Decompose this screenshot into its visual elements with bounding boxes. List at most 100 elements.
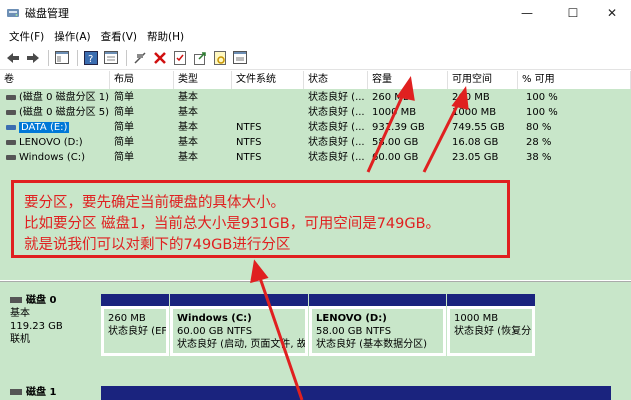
disk-0-partition-recovery[interactable]: 1000 MB 状态良好 (恢复分	[447, 294, 535, 356]
console-tree-icon[interactable]	[53, 49, 71, 67]
close-button[interactable]: ✕	[589, 0, 631, 26]
volume-name: Windows (C:)	[19, 152, 85, 163]
format-icon[interactable]	[231, 49, 249, 67]
export-icon[interactable]	[191, 49, 209, 67]
column-header-status[interactable]: 状态	[304, 71, 368, 89]
partition-bar	[447, 294, 535, 306]
disk-0-partition-lenovo[interactable]: LENOVO (D:) 58.00 GB NTFS 状态良好 (基本数据分区)	[309, 294, 446, 356]
partition-bar	[170, 294, 308, 306]
filesystem-cell: NTFS	[236, 137, 262, 148]
layout-cell: 简单	[114, 152, 134, 163]
layout-cell: 简单	[114, 137, 134, 148]
annotation-line-3: 就是说我们可以对剩下的749GB进行分区	[24, 237, 291, 253]
volume-icon	[6, 124, 16, 130]
help-icon[interactable]: ?	[82, 49, 100, 67]
partition-bar	[101, 294, 169, 306]
volume-icon	[6, 109, 16, 115]
toolbar-separator	[126, 49, 127, 66]
table-row[interactable]: (磁盘 0 磁盘分区 1) 简单 基本 状态良好 (... 260 MB 260…	[0, 90, 631, 105]
capacity-cell: 60.00 GB	[372, 152, 419, 163]
disk-0-info[interactable]: 磁盘 0 基本 119.23 GB 联机	[0, 294, 98, 356]
toolbar-separator	[77, 49, 78, 66]
disk-graphical-pane: 磁盘 0 基本 119.23 GB 联机 260 MB 状态良好 (EF Win…	[0, 281, 631, 400]
table-row[interactable]: DATA (E:) 简单 基本 NTFS 状态良好 (... 931.39 GB…	[0, 120, 631, 135]
disk-1-info[interactable]: 磁盘 1	[0, 386, 98, 400]
volume-name: DATA (E:)	[19, 122, 70, 133]
capacity-cell: 1000 MB	[372, 107, 417, 118]
minimize-button[interactable]: —	[504, 0, 550, 26]
disk-0-partition-efi[interactable]: 260 MB 状态良好 (EF	[101, 294, 169, 356]
type-cell: 基本	[178, 92, 198, 103]
layout-cell: 简单	[114, 92, 134, 103]
percent-free-cell: 80 %	[526, 122, 552, 133]
disk-0-size: 119.23 GB	[10, 321, 63, 332]
svg-text:?: ?	[88, 54, 93, 65]
partition-status: 状态良好 (基本数据分区)	[316, 339, 427, 350]
column-header-layout[interactable]: 布局	[110, 71, 174, 89]
partition-size: 58.00 GB NTFS	[316, 326, 392, 337]
delete-icon[interactable]	[151, 49, 169, 67]
capacity-cell: 58.00 GB	[372, 137, 419, 148]
partition-size: 60.00 GB NTFS	[177, 326, 253, 337]
partition-bar	[309, 294, 446, 306]
rescan-icon[interactable]	[211, 49, 229, 67]
menu-bar: 文件(F) 操作(A) 查看(V) 帮助(H)	[0, 26, 631, 46]
type-cell: 基本	[178, 107, 198, 118]
properties-icon[interactable]	[102, 49, 120, 67]
volume-name: (磁盘 0 磁盘分区 1)	[19, 92, 110, 103]
menu-file[interactable]: 文件(F)	[4, 29, 49, 44]
menu-help[interactable]: 帮助(H)	[142, 29, 189, 44]
free-space-cell: 749.55 GB	[452, 122, 505, 133]
partition-status: 状态良好 (EF	[108, 326, 166, 337]
filesystem-cell: NTFS	[236, 152, 262, 163]
volume-name: (磁盘 0 磁盘分区 5)	[19, 107, 110, 118]
annotation-line-1: 要分区，要先确定当前硬盘的具体大小。	[24, 195, 285, 211]
partition-name: Windows (C:)	[177, 313, 252, 324]
volume-icon	[6, 154, 16, 160]
toolbar-separator	[48, 49, 49, 66]
volume-name: LENOVO (D:)	[19, 137, 83, 148]
volume-icon	[6, 139, 16, 145]
status-cell: 状态良好 (...	[308, 107, 365, 118]
table-row[interactable]: Windows (C:) 简单 基本 NTFS 状态良好 (... 60.00 …	[0, 150, 631, 165]
percent-free-cell: 28 %	[526, 137, 552, 148]
partition-status: 状态良好 (启动, 页面文件, 故	[177, 339, 305, 350]
column-header-percent-free[interactable]: % 可用	[518, 71, 631, 89]
type-cell: 基本	[178, 152, 198, 163]
status-cell: 状态良好 (...	[308, 152, 365, 163]
column-header-type[interactable]: 类型	[174, 71, 232, 89]
window-title: 磁盘管理	[25, 7, 69, 20]
disk-0-partition-windows[interactable]: Windows (C:) 60.00 GB NTFS 状态良好 (启动, 页面文…	[170, 294, 308, 356]
volume-icon	[6, 94, 16, 100]
column-header-capacity[interactable]: 容量	[368, 71, 448, 89]
disk-1-partition-bar[interactable]	[101, 386, 611, 400]
percent-free-cell: 100 %	[526, 107, 558, 118]
disk-icon	[10, 297, 22, 303]
menu-action[interactable]: 操作(A)	[49, 29, 95, 44]
annotation-line-2: 比如要分区 磁盘1，当前总大小是931GB，可用空间是749GB。	[24, 216, 441, 232]
table-row[interactable]: (磁盘 0 磁盘分区 5) 简单 基本 状态良好 (... 1000 MB 10…	[0, 105, 631, 120]
column-header-free-space[interactable]: 可用空间	[448, 71, 518, 89]
menu-view[interactable]: 查看(V)	[96, 29, 142, 44]
disk-0-name: 磁盘 0	[26, 295, 57, 306]
toolbar: ?	[0, 46, 631, 70]
partition-size: 1000 MB	[454, 313, 499, 324]
table-row[interactable]: LENOVO (D:) 简单 基本 NTFS 状态良好 (... 58.00 G…	[0, 135, 631, 150]
free-space-cell: 23.05 GB	[452, 152, 499, 163]
column-header-filesystem[interactable]: 文件系统	[232, 71, 304, 89]
disk-1-name: 磁盘 1	[26, 387, 57, 398]
connect-icon[interactable]	[131, 49, 149, 67]
status-cell: 状态良好 (...	[308, 137, 365, 148]
column-header-volume[interactable]: 卷	[0, 71, 110, 89]
capacity-cell: 260 MB	[372, 92, 410, 103]
back-arrow-icon[interactable]	[4, 49, 22, 67]
annotation-box: 要分区，要先确定当前硬盘的具体大小。 比如要分区 磁盘1，当前总大小是931GB…	[11, 180, 510, 258]
check-icon[interactable]	[171, 49, 189, 67]
forward-arrow-icon[interactable]	[24, 49, 42, 67]
percent-free-cell: 100 %	[526, 92, 558, 103]
free-space-cell: 260 MB	[452, 92, 490, 103]
disk-0-type: 基本	[10, 308, 30, 319]
title-bar: 磁盘管理 — ☐ ✕	[0, 0, 631, 26]
type-cell: 基本	[178, 122, 198, 133]
partition-name: LENOVO (D:)	[316, 313, 387, 324]
